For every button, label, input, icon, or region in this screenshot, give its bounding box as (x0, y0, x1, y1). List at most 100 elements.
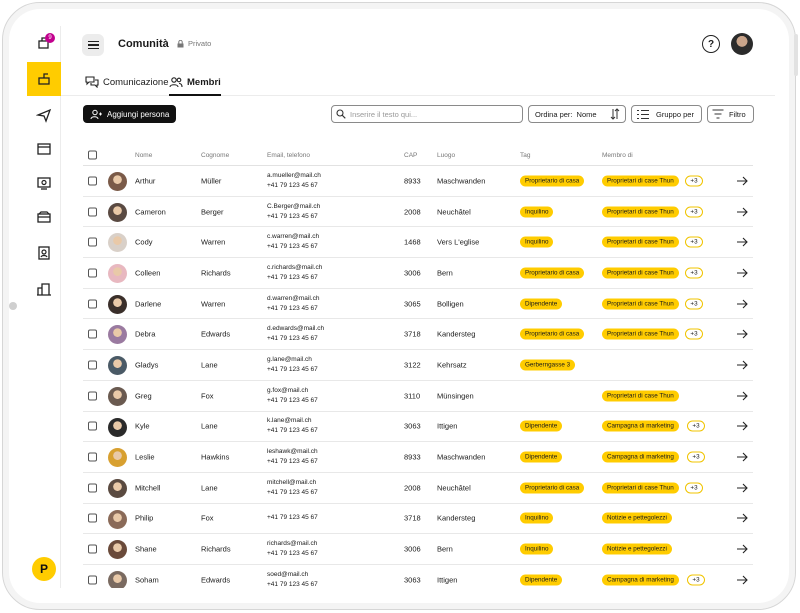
phone-text[interactable]: +41 79 123 45 67 (267, 457, 318, 467)
member-chip[interactable]: Campagna di marketing (602, 451, 679, 463)
member-chip[interactable]: Campagna di marketing (602, 420, 679, 432)
tag-chip[interactable]: Proprietario di casa (520, 482, 585, 494)
member-chip[interactable]: Campagna di marketing (602, 574, 679, 586)
user-avatar[interactable] (731, 33, 753, 55)
col-cap[interactable]: CAP (404, 152, 417, 159)
phone-text[interactable]: +41 79 123 45 67 (267, 242, 319, 252)
arrow-right-icon[interactable] (736, 452, 748, 462)
table-row[interactable]: Philip Fox +41 79 123 45 67 3718 Kandersteg I… (83, 504, 753, 535)
email-text[interactable]: mitchell@mail.ch (267, 478, 318, 488)
phone-text[interactable]: +41 79 123 45 67 (267, 513, 318, 523)
row-checkbox[interactable] (88, 268, 97, 278)
row-checkbox[interactable] (88, 391, 97, 401)
tab-members[interactable]: Membri (169, 76, 221, 96)
email-text[interactable]: g.lane@mail.ch (267, 355, 318, 365)
rail-item-news[interactable] (27, 132, 61, 166)
row-checkbox[interactable] (88, 421, 97, 431)
email-text[interactable]: leshawk@mail.ch (267, 447, 318, 457)
phone-text[interactable]: +41 79 123 45 67 (267, 488, 318, 498)
more-groups-badge[interactable]: +3 (685, 236, 703, 248)
phone-text[interactable]: +41 79 123 45 67 (267, 365, 318, 375)
tag-chip[interactable]: Proprietario di casa (520, 328, 585, 340)
email-text[interactable]: richards@mail.ch (267, 539, 318, 549)
member-chip[interactable]: Proprietari di case Thun (602, 390, 679, 402)
rail-item-contacts[interactable] (27, 236, 61, 270)
table-row[interactable]: Greg Fox g.fox@mail.ch +41 79 123 45 67 3110… (83, 381, 753, 412)
email-text[interactable]: g.fox@mail.ch (267, 386, 318, 396)
email-text[interactable]: soed@mail.ch (267, 570, 318, 580)
tag-chip[interactable]: Gerberngasse 3 (520, 359, 576, 371)
member-chip[interactable]: Notizie e pettegolezzi (602, 543, 672, 555)
rail-item-notifications[interactable]: 9 (27, 26, 61, 60)
email-text[interactable]: d.warren@mail.ch (267, 294, 319, 304)
arrow-right-icon[interactable] (736, 207, 748, 217)
search-box[interactable] (331, 105, 523, 123)
tag-chip[interactable]: Inquilino (520, 512, 554, 524)
table-row[interactable]: Arthur Müller a.mueller@mail.ch +41 79 123 … (83, 166, 753, 197)
table-row[interactable]: Debra Edwards d.edwards@mail.ch +41 79 123 … (83, 319, 753, 351)
row-checkbox[interactable] (88, 207, 97, 217)
more-groups-badge[interactable]: +3 (685, 328, 703, 340)
arrow-right-icon[interactable] (736, 544, 748, 554)
arrow-right-icon[interactable] (736, 268, 748, 278)
phone-text[interactable]: +41 79 123 45 67 (267, 334, 324, 344)
more-groups-badge[interactable]: +3 (687, 574, 705, 586)
table-row[interactable]: Leslie Hawkins leshawk@mail.ch +41 79 123 4… (83, 442, 753, 473)
tag-chip[interactable]: Dipendente (520, 298, 563, 310)
more-groups-badge[interactable]: +3 (687, 420, 705, 432)
tag-chip[interactable]: Proprietario di casa (520, 267, 585, 279)
sort-dropdown[interactable]: Ordina per: Nome (528, 105, 626, 123)
tag-chip[interactable]: Dipendente (520, 574, 563, 586)
row-checkbox[interactable] (88, 360, 97, 370)
row-checkbox[interactable] (88, 513, 97, 523)
col-place[interactable]: Luogo (437, 152, 455, 159)
member-chip[interactable]: Notizie e pettegolezzi (602, 512, 672, 524)
table-row[interactable]: Gladys Lane g.lane@mail.ch +41 79 123 45 67… (83, 350, 753, 381)
row-checkbox[interactable] (88, 299, 97, 309)
email-text[interactable]: c.richards@mail.ch (267, 263, 322, 273)
table-row[interactable]: Cody Warren c.warren@mail.ch +41 79 123 45 … (83, 227, 753, 259)
arrow-right-icon[interactable] (736, 483, 748, 493)
email-text[interactable]: C.Berger@mail.ch (267, 202, 320, 212)
tag-chip[interactable]: Proprietario di casa (520, 175, 585, 187)
rail-item-media[interactable] (27, 166, 61, 200)
rail-item-buildings[interactable] (27, 272, 61, 306)
tab-communication[interactable]: Comunicazione (85, 76, 168, 94)
tag-chip[interactable]: Dipendente (520, 451, 563, 463)
arrow-right-icon[interactable] (736, 360, 748, 370)
row-checkbox[interactable] (88, 544, 97, 554)
email-text[interactable]: d.edwards@mail.ch (267, 324, 324, 334)
arrow-right-icon[interactable] (736, 176, 748, 186)
table-row[interactable]: Kyle Lane k.lane@mail.ch +41 79 123 45 67 30… (83, 412, 753, 443)
col-member-of[interactable]: Membro di (602, 152, 633, 159)
filter-button[interactable]: Filtro (707, 105, 754, 123)
tag-chip[interactable]: Inquilino (520, 206, 554, 218)
select-all-checkbox[interactable] (88, 150, 97, 159)
phone-text[interactable]: +41 79 123 45 67 (267, 304, 319, 314)
tag-chip[interactable]: Dipendente (520, 420, 563, 432)
table-row[interactable]: Colleen Richards c.richards@mail.ch +41 79 … (83, 258, 753, 289)
phone-text[interactable]: +41 79 123 45 67 (267, 212, 320, 222)
member-chip[interactable]: Proprietari di case Thun (602, 236, 679, 248)
tag-chip[interactable]: Inquilino (520, 236, 554, 248)
email-text[interactable]: c.warren@mail.ch (267, 232, 319, 242)
rail-item-community[interactable] (27, 62, 61, 96)
member-chip[interactable]: Proprietari di case Thun (602, 206, 679, 218)
row-checkbox[interactable] (88, 575, 97, 585)
more-groups-badge[interactable]: +3 (685, 298, 703, 310)
arrow-right-icon[interactable] (736, 575, 748, 585)
member-chip[interactable]: Proprietari di case Thun (602, 482, 679, 494)
phone-text[interactable]: +41 79 123 45 67 (267, 396, 318, 406)
row-checkbox[interactable] (88, 176, 97, 186)
search-input[interactable] (350, 109, 510, 119)
col-email-phone[interactable]: Email, telefono (267, 152, 310, 159)
col-first-name[interactable]: Nome (135, 152, 152, 159)
phone-text[interactable]: +41 79 123 45 67 (267, 273, 322, 283)
more-groups-badge[interactable]: +3 (685, 482, 703, 494)
more-groups-badge[interactable]: +3 (687, 451, 705, 463)
table-row[interactable]: Mitchell Lane mitchell@mail.ch +41 79 123 4… (83, 473, 753, 504)
arrow-right-icon[interactable] (736, 421, 748, 431)
email-text[interactable]: a.mueller@mail.ch (267, 171, 321, 181)
phone-text[interactable]: +41 79 123 45 67 (267, 549, 318, 559)
row-checkbox[interactable] (88, 452, 97, 462)
